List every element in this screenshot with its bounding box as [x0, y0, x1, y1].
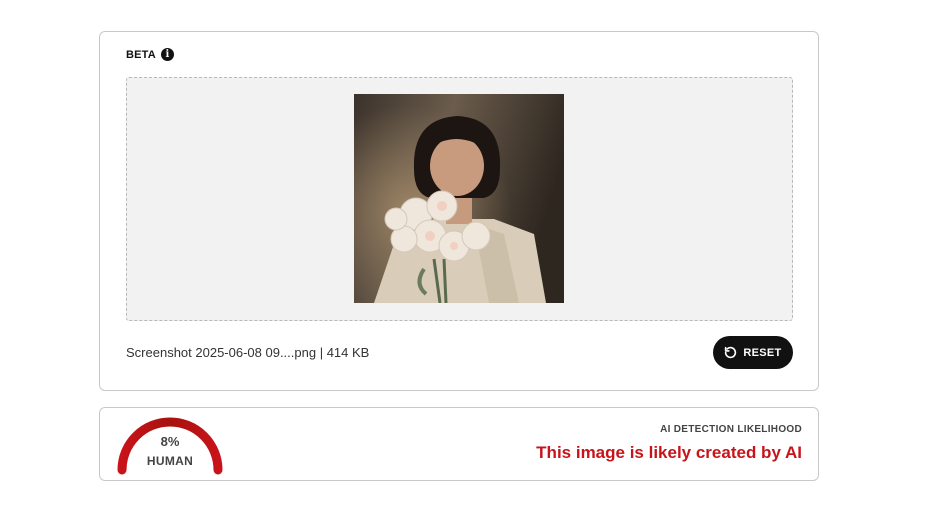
file-info: Screenshot 2025-06-08 09....png | 414 KB: [126, 345, 369, 360]
reset-button[interactable]: RESET: [713, 336, 793, 369]
result-card: 8% HUMAN AI DETECTION LIKELIHOOD This im…: [99, 407, 819, 481]
rotate-ccw-icon: [724, 346, 737, 359]
gauge-label: HUMAN: [146, 454, 194, 468]
file-size: 414 KB: [326, 345, 370, 360]
image-dropzone[interactable]: [126, 77, 793, 321]
info-icon[interactable]: i: [160, 48, 174, 61]
upload-card: BETA i Screenshot 2025-06-08 09....png |…: [99, 31, 819, 391]
file-info-separator: |: [316, 345, 327, 360]
file-name: Screenshot 2025-06-08 09....png: [126, 345, 317, 360]
likelihood-verdict: This image is likely created by AI: [536, 443, 802, 462]
likelihood-title: AI DETECTION LIKELIHOOD: [660, 424, 802, 435]
uploaded-image-preview: [354, 94, 564, 303]
reset-label: RESET: [743, 346, 782, 359]
beta-label: BETA: [126, 48, 156, 61]
beta-badge: BETA i: [126, 48, 174, 61]
gauge-percent: 8%: [160, 434, 180, 449]
